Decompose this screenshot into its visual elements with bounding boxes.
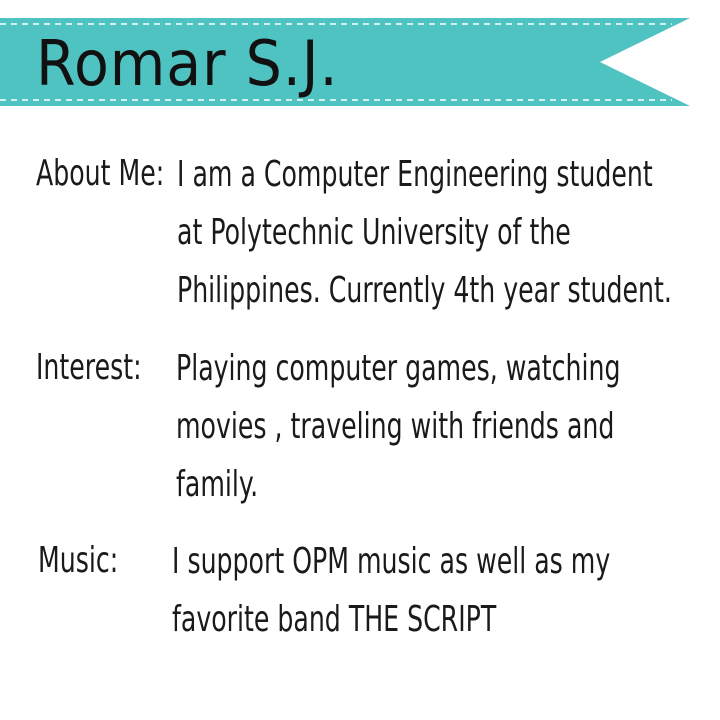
interest-line: movies , traveling with friends and — [176, 406, 615, 447]
about-me-text: I am a Computer Engineering student at P… — [177, 153, 720, 327]
interest-label: Interest: — [36, 347, 142, 388]
music-line: I support OPM music as well as my — [172, 541, 611, 582]
about-me-line: Philippines. Currently 4th year student. — [177, 270, 672, 311]
about-me-line: I am a Computer Engineering student — [177, 154, 653, 195]
page-title: Romar S.J. — [36, 27, 339, 100]
interest-text: Playing computer games, watching movies … — [176, 347, 720, 521]
interest-line: Playing computer games, watching — [176, 348, 621, 389]
about-me-line: at Polytechnic University of the — [177, 212, 571, 253]
music-line: favorite band THE SCRIPT — [172, 599, 497, 640]
music-text: I support OPM music as well as my favori… — [172, 540, 720, 656]
music-label: Music: — [38, 540, 119, 581]
interest-line: family. — [176, 464, 259, 505]
about-me-label: About Me: — [36, 153, 165, 194]
